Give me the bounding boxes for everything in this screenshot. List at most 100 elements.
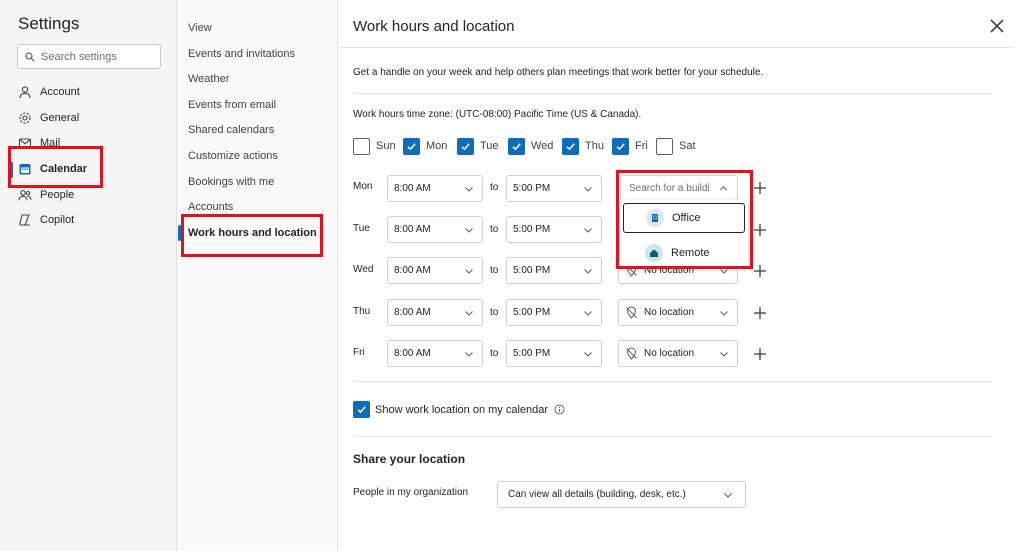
dropdown-value: No location <box>644 348 695 359</box>
end-time-dropdown[interactable]: 5:00 PM <box>506 340 602 367</box>
copilot-icon <box>19 214 30 226</box>
add-location-icon[interactable] <box>753 181 767 195</box>
location-dropdown[interactable]: No location <box>618 340 738 367</box>
checkmark-icon <box>407 142 416 150</box>
add-location-icon[interactable] <box>753 347 767 361</box>
active-indicator <box>10 162 13 178</box>
chevron-down-icon <box>465 227 473 233</box>
nav-item-account[interactable]: Account <box>18 81 80 103</box>
nav-item-label: General <box>40 112 80 124</box>
subnav-weather[interactable]: Weather <box>188 69 229 89</box>
subnav-events-and-invitations[interactable]: Events and invitations <box>188 44 295 64</box>
location-dropdown[interactable]: No location <box>618 299 738 326</box>
nav-item-label: Copilot <box>40 214 75 226</box>
day-checkbox-wed[interactable]: Wed <box>508 137 553 155</box>
location-option-remote[interactable]: Remote <box>623 238 745 268</box>
chevron-down-icon <box>584 310 592 316</box>
end-time-dropdown[interactable]: 5:00 PM <box>506 299 602 326</box>
checkmark-icon <box>461 142 470 150</box>
nav-item-label: People <box>40 189 75 201</box>
dropdown-value: 5:00 PM <box>513 265 551 276</box>
dropdown-value: Can view all details (building, desk, et… <box>508 489 686 500</box>
subnav-events-from-email[interactable]: Events from email <box>188 95 276 115</box>
subnav-bookings-with-me[interactable]: Bookings with me <box>188 172 274 192</box>
add-location-icon[interactable] <box>753 264 767 278</box>
row-day-label: Fri <box>353 347 365 358</box>
nav-item-people[interactable]: People <box>18 184 74 206</box>
settings-title: Settings <box>18 14 80 33</box>
checkbox-checked[interactable] <box>353 401 370 418</box>
checkbox-checked[interactable] <box>508 137 525 155</box>
search-icon <box>25 51 35 62</box>
subnav-view[interactable]: View <box>188 18 212 38</box>
divider <box>353 381 992 382</box>
add-location-icon[interactable] <box>753 306 767 320</box>
start-time-dropdown[interactable]: 8:00 AM <box>387 175 483 202</box>
checkbox[interactable] <box>656 137 673 155</box>
nav-item-general[interactable]: General <box>18 107 79 129</box>
day-checkbox-sat[interactable]: Sat <box>656 137 696 155</box>
checkbox-checked[interactable] <box>562 137 579 155</box>
end-time-dropdown[interactable]: 5:00 PM <box>506 175 602 202</box>
dropdown-value: 5:00 PM <box>513 224 551 235</box>
intro-text: Get a handle on your week and help other… <box>353 67 764 78</box>
show-location-checkbox[interactable]: Show work location on my calendar <box>353 401 565 418</box>
day-label: Mon <box>426 140 448 152</box>
dropdown-value: 5:00 PM <box>513 307 551 318</box>
day-checkbox-fri[interactable]: Fri <box>612 137 648 155</box>
subnav-shared-calendars[interactable]: Shared calendars <box>188 120 274 140</box>
share-location-heading: Share your location <box>353 452 466 466</box>
start-time-dropdown[interactable]: 8:00 AM <box>387 299 483 326</box>
building-search-input[interactable] <box>629 183 719 194</box>
nav-item-calendar[interactable]: Calendar <box>18 158 87 180</box>
close-icon[interactable] <box>988 17 1006 35</box>
header-divider <box>338 47 1014 48</box>
checkbox[interactable] <box>353 137 370 155</box>
checkbox-checked[interactable] <box>612 137 629 155</box>
page-title: Work hours and location <box>353 18 515 35</box>
checkmark-icon <box>357 406 366 414</box>
day-checkbox-sun[interactable]: Sun <box>353 137 396 155</box>
active-indicator <box>178 225 181 241</box>
search-settings-box[interactable] <box>17 44 161 69</box>
nav-item-copilot[interactable]: Copilot <box>18 209 74 231</box>
day-label: Fri <box>635 140 648 152</box>
to-label: to <box>490 182 499 193</box>
info-icon[interactable] <box>554 404 565 415</box>
building-search-box[interactable] <box>620 175 738 202</box>
row-day-label: Wed <box>353 264 374 275</box>
gear-icon <box>19 112 31 124</box>
checkbox-checked[interactable] <box>403 137 420 155</box>
start-time-dropdown[interactable]: 8:00 AM <box>387 257 483 284</box>
person-icon <box>19 86 31 99</box>
dropdown-value: 8:00 AM <box>394 183 431 194</box>
no-location-icon <box>626 347 637 360</box>
building-icon <box>646 209 664 227</box>
start-time-dropdown[interactable]: 8:00 AM <box>387 216 483 243</box>
dropdown-value: 5:00 PM <box>513 348 551 359</box>
to-label: to <box>490 348 499 359</box>
nav-item-label: Account <box>40 86 80 98</box>
row-day-label: Thu <box>353 306 371 317</box>
search-settings-input[interactable] <box>41 50 156 63</box>
add-location-icon[interactable] <box>753 223 767 237</box>
show-location-label: Show work location on my calendar <box>375 403 549 416</box>
chevron-down-icon <box>465 268 473 274</box>
subnav-accounts[interactable]: Accounts <box>188 197 233 217</box>
day-checkbox-tue[interactable]: Tue <box>457 137 499 155</box>
subnav-customize-actions[interactable]: Customize actions <box>188 146 278 166</box>
subnav-work-hours-and-location[interactable]: Work hours and location <box>188 223 317 243</box>
nav-item-mail[interactable]: Mail <box>18 132 60 154</box>
chevron-down-icon <box>465 186 473 192</box>
end-time-dropdown[interactable]: 5:00 PM <box>506 257 602 284</box>
checkbox-checked[interactable] <box>457 137 474 155</box>
day-checkbox-thu[interactable]: Thu <box>562 137 604 155</box>
end-time-dropdown[interactable]: 5:00 PM <box>506 216 602 243</box>
start-time-dropdown[interactable]: 8:00 AM <box>387 340 483 367</box>
people-visibility-dropdown[interactable]: Can view all details (building, desk, et… <box>497 481 746 508</box>
checkmark-icon <box>512 142 521 150</box>
option-label: Remote <box>671 247 710 259</box>
day-checkbox-mon[interactable]: Mon <box>403 137 447 155</box>
checkmark-icon <box>566 142 575 150</box>
location-option-office[interactable]: Office <box>623 203 745 233</box>
